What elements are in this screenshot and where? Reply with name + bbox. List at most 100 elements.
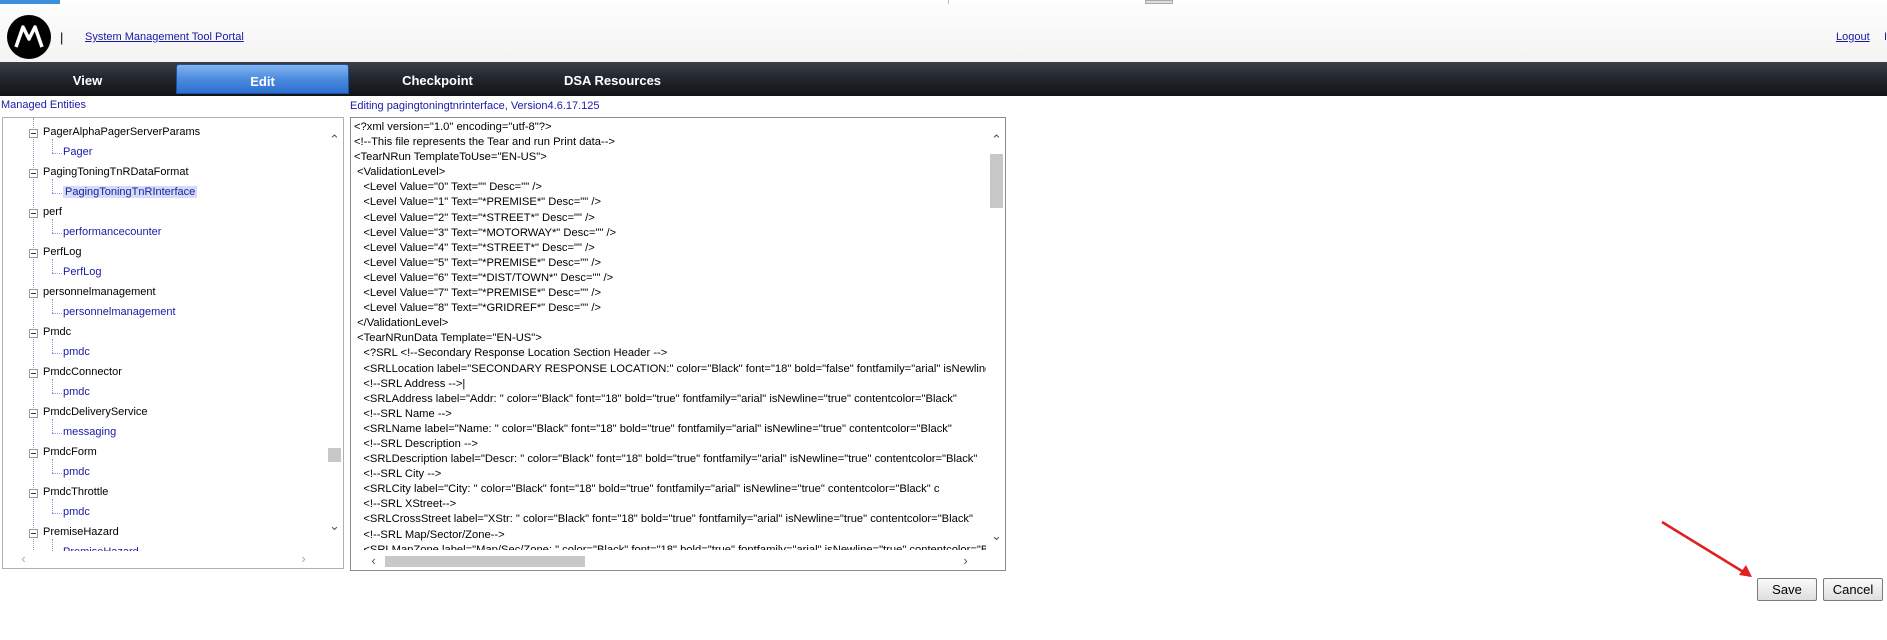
tree-node[interactable]: PmdcThrottle [43, 486, 108, 498]
main-nav: View Edit Checkpoint DSA Resources [0, 62, 1887, 96]
portal-title-link[interactable]: System Management Tool Portal [85, 31, 244, 43]
collapse-toggle-icon[interactable] [29, 249, 38, 258]
collapse-toggle-icon[interactable] [29, 449, 38, 458]
scroll-left-icon[interactable]: ‹ [15, 551, 32, 567]
editor-title: Editing pagingtoningtnrinterface, Versio… [350, 100, 600, 112]
scroll-up-icon[interactable]: ⌃ [326, 132, 343, 148]
collapse-toggle-icon[interactable] [29, 129, 38, 138]
code-line: <SRLCity label="City: " color="Black" fo… [354, 483, 940, 496]
scroll-left-icon[interactable]: ‹ [365, 553, 382, 569]
tree-node[interactable]: Pmdc [43, 326, 71, 338]
tree-leaf[interactable]: personnelmanagement [63, 306, 176, 318]
xml-editor[interactable]: <?xml version="1.0" encoding="utf-8"?> <!… [350, 117, 1006, 571]
tree-node[interactable]: perf [43, 206, 62, 218]
collapse-toggle-icon[interactable] [29, 489, 38, 498]
code-line: </ValidationLevel> [354, 317, 449, 330]
code-line: <!--SRL City --> [354, 468, 442, 481]
scroll-thumb[interactable] [990, 154, 1003, 208]
tree-connector [52, 339, 53, 353]
tree-leaf[interactable]: pmdc [63, 386, 90, 398]
collapse-toggle-icon[interactable] [29, 289, 38, 298]
tree-leaf[interactable]: PerfLog [63, 266, 102, 278]
tree-leaf[interactable]: Pager [63, 146, 92, 158]
tree-connector [52, 273, 62, 274]
scroll-thumb[interactable] [328, 448, 341, 462]
code-line: <SRLAddress label="Addr: " color="Black"… [354, 392, 957, 405]
scroll-down-icon[interactable]: ⌄ [326, 518, 343, 534]
tree-leaf[interactable]: pmdc [63, 506, 90, 518]
code-line: <Level Value="8" Text="*GRIDREF*" Desc="… [354, 302, 601, 315]
tree-node[interactable]: PagingToningTnRDataFormat [43, 166, 189, 178]
tree-connector [52, 219, 53, 233]
tree-connector [52, 179, 53, 193]
code-line: <SRLName label="Name: " color="Black" fo… [354, 422, 952, 435]
tree-connector [52, 139, 53, 153]
tree-node[interactable]: PmdcDeliveryService [43, 406, 148, 418]
tree-leaf[interactable]: pmdc [63, 346, 90, 358]
tree-connector [52, 353, 62, 354]
tree-connector [52, 259, 53, 273]
tree-node[interactable]: PerfLog [43, 246, 82, 258]
annotation-arrow-icon [1661, 520, 1752, 578]
tree-connector [52, 193, 62, 194]
code-line: <SRLCrossStreet label="XStr: " color="Bl… [354, 513, 973, 526]
collapse-toggle-icon[interactable] [29, 369, 38, 378]
tab-view[interactable]: View [0, 64, 175, 94]
tree-connector [52, 473, 62, 474]
tree-node[interactable]: personnelmanagement [43, 286, 156, 298]
code-line: <Level Value="6" Text="*DIST/TOWN*" Desc… [354, 271, 614, 284]
code-line: <!--SRL Address -->| [354, 377, 466, 390]
tab-dsa-resources[interactable]: DSA Resources [530, 64, 695, 94]
tree-connector [52, 153, 62, 154]
code-line: <!--This file represents the Tear and ru… [354, 136, 615, 149]
tree-connector [52, 499, 53, 513]
tree-connector [52, 393, 62, 394]
motorola-logo [7, 15, 51, 59]
collapse-toggle-icon[interactable] [29, 209, 38, 218]
code-line: <Level Value="0" Text="" Desc="" /> [354, 181, 542, 194]
save-button[interactable]: Save [1757, 578, 1817, 601]
code-line: <ValidationLevel> [354, 166, 446, 179]
code-line: <TearNRun TemplateToUse="EN-US"> [354, 151, 547, 164]
tree-node[interactable]: PremiseHazard [43, 526, 119, 538]
cancel-button[interactable]: Cancel [1823, 578, 1883, 601]
tree-horizontal-scrollbar[interactable]: ‹ › [3, 551, 326, 568]
tab-checkpoint[interactable]: Checkpoint [350, 64, 525, 94]
logout-link[interactable]: Logout [1836, 31, 1870, 43]
code-line: <!--SRL XStreet--> [354, 498, 457, 511]
code-line: <SRLMapZone label="Map/Sec/Zone: " color… [354, 543, 986, 550]
scroll-right-icon[interactable]: › [957, 553, 974, 569]
tree-connector [52, 433, 62, 434]
tree-connector [52, 233, 62, 234]
tree-leaf[interactable]: performancecounter [63, 226, 161, 238]
code-line: <TearNRunData Template="EN-US"> [354, 332, 542, 345]
tree-leaf[interactable]: pmdc [63, 466, 90, 478]
tab-edit[interactable]: Edit [176, 64, 349, 94]
collapse-toggle-icon[interactable] [29, 529, 38, 538]
tree-leaf[interactable]: PagingToningTnRInterface [63, 186, 198, 198]
tree-node[interactable]: PagerAlphaPagerServerParams [43, 126, 200, 138]
collapse-toggle-icon[interactable] [29, 169, 38, 178]
collapse-toggle-icon[interactable] [29, 329, 38, 338]
scroll-down-icon[interactable]: ⌄ [988, 528, 1005, 544]
xml-code-textarea[interactable]: <?xml version="1.0" encoding="utf-8"?> <!… [354, 120, 986, 550]
editor-horizontal-scrollbar[interactable]: ‹ › [351, 553, 987, 570]
code-line: <Level Value="7" Text="*PREMISE*" Desc="… [354, 287, 601, 300]
scroll-up-icon[interactable]: ⌃ [988, 132, 1005, 148]
code-line: <Level Value="1" Text="*PREMISE*" Desc="… [354, 196, 601, 209]
tree-connector [52, 459, 53, 473]
app-header: | System Management Tool Portal Logout I [0, 4, 1887, 62]
tree-node[interactable]: PmdcForm [43, 446, 97, 458]
code-line: <SRLLocation label="SECONDARY RESPONSE L… [354, 362, 986, 375]
scroll-thumb[interactable] [385, 556, 585, 567]
editor-vertical-scrollbar[interactable]: ⌃ ⌄ [988, 118, 1005, 552]
managed-entities-tree[interactable]: PagerAlphaPagerServerParams Pager PagingTo… [2, 117, 344, 569]
collapse-toggle-icon[interactable] [29, 409, 38, 418]
tree-connector [52, 299, 53, 313]
tree-node[interactable]: PmdcConnector [43, 366, 122, 378]
scroll-right-icon[interactable]: › [295, 551, 312, 567]
tree-leaf[interactable]: messaging [63, 426, 116, 438]
tree-vertical-scrollbar[interactable]: ⌃ ⌄ [326, 118, 343, 550]
code-line: <Level Value="5" Text="*PREMISE*" Desc="… [354, 256, 601, 269]
tree-connector [52, 379, 53, 393]
